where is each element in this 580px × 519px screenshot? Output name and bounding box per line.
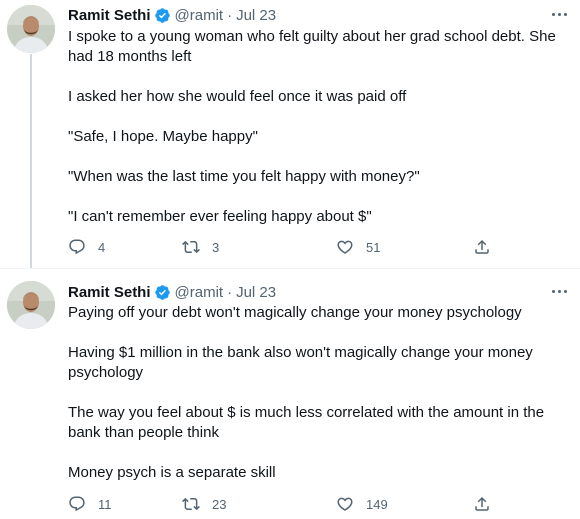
author-name[interactable]: Ramit Sethi xyxy=(68,284,151,301)
reply-button[interactable]: 4 xyxy=(68,236,105,258)
tweet-actions: 4 3 51 xyxy=(68,236,500,258)
tweet-header: Ramit Sethi @ramit · Jul 23 xyxy=(68,281,276,303)
share-icon xyxy=(473,495,491,513)
avatar[interactable] xyxy=(7,281,55,329)
header-separator: · xyxy=(227,6,233,24)
author-handle[interactable]: @ramit xyxy=(175,284,224,301)
tweet[interactable]: Ramit Sethi @ramit · Jul 23 Paying off y… xyxy=(0,269,580,519)
heart-icon xyxy=(336,238,354,256)
like-count: 149 xyxy=(366,496,388,512)
verified-badge-icon xyxy=(154,7,171,24)
tweet-paragraph: "Safe, I hope. Maybe happy" xyxy=(68,128,258,145)
retweet-count: 3 xyxy=(212,239,220,255)
retweet-button[interactable]: 3 xyxy=(182,236,219,258)
tweet-paragraph: I spoke to a young woman who felt guilty… xyxy=(68,28,556,65)
verified-badge-icon xyxy=(154,284,171,301)
tweet-header: Ramit Sethi @ramit · Jul 23 xyxy=(68,4,276,26)
thread-connector-line xyxy=(30,54,32,268)
retweet-button[interactable]: 23 xyxy=(182,493,226,515)
reply-button[interactable]: 11 xyxy=(68,493,112,515)
share-icon xyxy=(473,238,491,256)
tweet-text: I spoke to a young woman who felt guilty… xyxy=(68,27,563,227)
share-button[interactable] xyxy=(473,493,491,515)
reply-icon xyxy=(68,238,86,256)
more-options-icon[interactable] xyxy=(548,3,570,25)
like-count: 51 xyxy=(366,239,381,255)
tweet-paragraph: Paying off your debt won't magically cha… xyxy=(68,304,522,321)
tweet-text: Paying off your debt won't magically cha… xyxy=(68,303,563,483)
avatar[interactable] xyxy=(7,5,55,53)
author-handle[interactable]: @ramit xyxy=(175,7,224,24)
reply-count: 4 xyxy=(98,239,106,255)
retweet-count: 23 xyxy=(212,496,227,512)
tweet-paragraph: Having $1 million in the bank also won't… xyxy=(68,344,533,381)
author-name[interactable]: Ramit Sethi xyxy=(68,7,151,24)
retweet-icon xyxy=(182,495,200,513)
tweet-actions: 11 23 149 xyxy=(68,493,500,515)
share-button[interactable] xyxy=(473,236,491,258)
like-button[interactable]: 149 xyxy=(336,493,388,515)
tweet[interactable]: Ramit Sethi @ramit · Jul 23 I spoke to a… xyxy=(0,0,580,268)
tweet-paragraph: "I can't remember ever feeling happy abo… xyxy=(68,208,372,225)
tweet-date[interactable]: Jul 23 xyxy=(236,7,276,24)
like-button[interactable]: 51 xyxy=(336,236,380,258)
reply-icon xyxy=(68,495,86,513)
tweet-paragraph: I asked her how she would feel once it w… xyxy=(68,88,407,105)
tweet-paragraph: The way you feel about $ is much less co… xyxy=(68,404,545,441)
more-options-icon[interactable] xyxy=(548,280,570,302)
retweet-icon xyxy=(182,238,200,256)
header-separator: · xyxy=(227,283,233,301)
tweet-paragraph: Money psych is a separate skill xyxy=(68,464,276,481)
tweet-date[interactable]: Jul 23 xyxy=(236,284,276,301)
heart-icon xyxy=(336,495,354,513)
tweet-paragraph: "When was the last time you felt happy w… xyxy=(68,168,420,185)
reply-count: 11 xyxy=(98,496,112,512)
